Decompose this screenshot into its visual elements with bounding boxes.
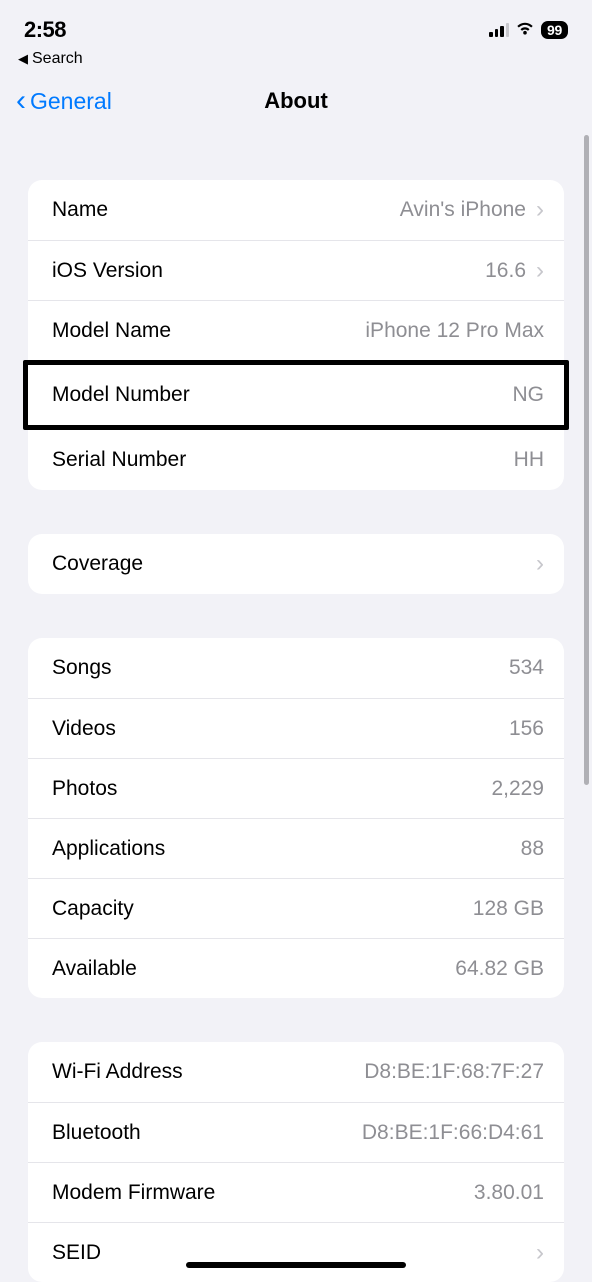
- row-label: Photos: [52, 777, 117, 801]
- row-value: 534: [509, 656, 544, 680]
- scrollbar[interactable]: [584, 135, 589, 785]
- row-value: 156: [509, 717, 544, 741]
- row-seid[interactable]: SEID ›: [28, 1222, 564, 1282]
- row-label: Available: [52, 957, 137, 981]
- row-songs: Songs 534: [28, 638, 564, 698]
- wifi-icon: [515, 20, 535, 41]
- row-label: Coverage: [52, 552, 143, 576]
- back-to-search[interactable]: ◀ Search: [0, 48, 592, 68]
- row-value: Avin's iPhone ›: [400, 198, 544, 222]
- row-label: Applications: [52, 837, 165, 861]
- row-label: Songs: [52, 656, 112, 680]
- row-value: iPhone 12 Pro Max: [365, 319, 544, 343]
- row-modem-firmware: Modem Firmware 3.80.01: [28, 1162, 564, 1222]
- row-value: HH: [514, 448, 544, 472]
- nav-bar: ‹ General About: [0, 68, 592, 140]
- status-time: 2:58: [24, 17, 66, 43]
- chevron-left-icon: ‹: [16, 86, 26, 116]
- content: Name Avin's iPhone › iOS Version 16.6 › …: [0, 140, 592, 1282]
- row-label: Modem Firmware: [52, 1181, 215, 1205]
- battery-level: 99: [541, 21, 568, 39]
- row-label: Bluetooth: [52, 1121, 141, 1145]
- coverage-section: Coverage ›: [28, 534, 564, 594]
- row-name[interactable]: Name Avin's iPhone ›: [28, 180, 564, 240]
- cellular-signal-icon: [489, 23, 509, 37]
- row-videos: Videos 156: [28, 698, 564, 758]
- back-search-label: Search: [32, 50, 83, 68]
- network-section: Wi-Fi Address D8:BE:1F:68:7F:27 Bluetoot…: [28, 1042, 564, 1282]
- row-value: ›: [536, 1241, 544, 1265]
- row-wifi-address: Wi-Fi Address D8:BE:1F:68:7F:27: [28, 1042, 564, 1102]
- row-model-number[interactable]: Model Number NG: [28, 365, 564, 425]
- row-value: NG: [513, 383, 545, 407]
- row-value: D8:BE:1F:68:7F:27: [364, 1060, 544, 1084]
- back-label: General: [30, 88, 112, 115]
- row-applications: Applications 88: [28, 818, 564, 878]
- chevron-right-icon: ›: [536, 259, 544, 283]
- row-label: iOS Version: [52, 259, 163, 283]
- row-value: 128 GB: [473, 897, 544, 921]
- row-model-name: Model Name iPhone 12 Pro Max: [28, 300, 564, 360]
- highlight-annotation: Model Number NG: [23, 360, 569, 430]
- row-label: Model Number: [52, 383, 190, 407]
- back-button[interactable]: ‹ General: [16, 86, 112, 116]
- row-value: D8:BE:1F:66:D4:61: [362, 1121, 544, 1145]
- row-value: ›: [536, 552, 544, 576]
- triangle-left-icon: ◀: [18, 51, 28, 67]
- page-title: About: [264, 88, 328, 114]
- row-label: Videos: [52, 717, 116, 741]
- row-bluetooth: Bluetooth D8:BE:1F:66:D4:61: [28, 1102, 564, 1162]
- row-value: 2,229: [491, 777, 544, 801]
- status-bar: 2:58 99: [0, 0, 592, 48]
- chevron-right-icon: ›: [536, 198, 544, 222]
- row-photos: Photos 2,229: [28, 758, 564, 818]
- row-label: SEID: [52, 1241, 101, 1265]
- status-right: 99: [489, 20, 568, 41]
- row-label: Serial Number: [52, 448, 186, 472]
- row-value: 64.82 GB: [455, 957, 544, 981]
- row-label: Capacity: [52, 897, 134, 921]
- row-value: 16.6 ›: [485, 259, 544, 283]
- home-indicator[interactable]: [186, 1262, 406, 1268]
- row-label: Wi-Fi Address: [52, 1060, 183, 1084]
- chevron-right-icon: ›: [536, 552, 544, 576]
- row-capacity: Capacity 128 GB: [28, 878, 564, 938]
- row-available: Available 64.82 GB: [28, 938, 564, 998]
- row-serial-number: Serial Number HH: [28, 430, 564, 490]
- storage-section: Songs 534 Videos 156 Photos 2,229 Applic…: [28, 638, 564, 998]
- device-info-section: Name Avin's iPhone › iOS Version 16.6 › …: [28, 180, 564, 490]
- row-label: Name: [52, 198, 108, 222]
- row-label: Model Name: [52, 319, 171, 343]
- row-value: 3.80.01: [474, 1181, 544, 1205]
- row-coverage[interactable]: Coverage ›: [28, 534, 564, 594]
- row-value: 88: [521, 837, 544, 861]
- chevron-right-icon: ›: [536, 1241, 544, 1265]
- row-ios-version[interactable]: iOS Version 16.6 ›: [28, 240, 564, 300]
